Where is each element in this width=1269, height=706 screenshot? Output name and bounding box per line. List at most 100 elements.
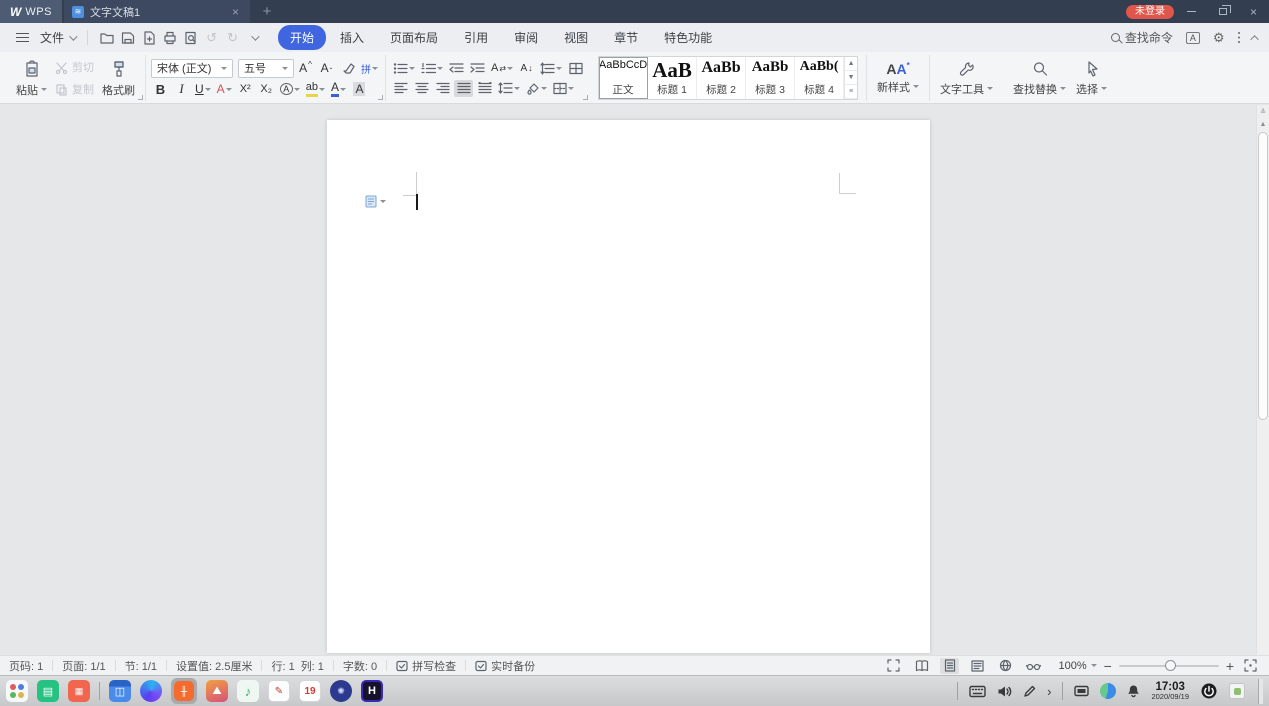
align-center-button[interactable]: [412, 80, 431, 97]
subscript-button[interactable]: X₂: [257, 81, 276, 98]
tab-page-layout[interactable]: 页面布局: [378, 25, 450, 50]
text-effects-button[interactable]: A: [215, 81, 234, 98]
gear-icon[interactable]: ⚙: [1213, 31, 1225, 44]
bold-button[interactable]: B: [151, 81, 170, 98]
shading-button[interactable]: [524, 80, 549, 97]
save-button[interactable]: [117, 27, 138, 48]
increase-indent-button[interactable]: [468, 60, 487, 77]
close-button[interactable]: ×: [1240, 0, 1267, 23]
style-heading3[interactable]: AaBb 标题 3: [746, 57, 796, 99]
document-tab[interactable]: ≋ 文字文稿1 ×: [64, 0, 250, 23]
cut-button[interactable]: 剪切: [52, 58, 97, 76]
scroll-up-icon[interactable]: ▲: [1257, 118, 1269, 131]
eye-protect-button[interactable]: [1024, 658, 1043, 674]
zoom-in-button[interactable]: +: [1226, 659, 1234, 673]
decrease-font-button[interactable]: Aˇ: [317, 60, 336, 77]
browser-icon[interactable]: [140, 680, 162, 702]
new-style-button[interactable]: AA* 新样式: [872, 60, 924, 97]
circle-character-button[interactable]: A: [278, 81, 302, 98]
fullscreen-view-button[interactable]: [884, 658, 903, 674]
borders-button[interactable]: [551, 80, 576, 97]
keyboard-icon[interactable]: [969, 685, 986, 698]
clear-format-button[interactable]: [338, 60, 357, 77]
tab-view[interactable]: 视图: [552, 25, 600, 50]
align-right-button[interactable]: [433, 80, 452, 97]
paragraph-spacing-button[interactable]: [538, 60, 564, 77]
styles-scroll-down-icon[interactable]: ▼: [845, 71, 858, 85]
zoom-level[interactable]: 100%: [1058, 660, 1097, 672]
underline-button[interactable]: U: [193, 81, 213, 98]
safe-box-icon[interactable]: ◫: [109, 680, 131, 702]
fit-page-button[interactable]: [1241, 658, 1260, 674]
numbering-button[interactable]: [419, 60, 445, 77]
justify-button[interactable]: [454, 79, 473, 97]
backup-toggle[interactable]: 实时备份: [475, 658, 535, 674]
align-left-button[interactable]: [391, 80, 410, 97]
font-size-combo[interactable]: 五号: [238, 58, 294, 78]
show-desktop-button[interactable]: [1258, 678, 1263, 704]
increase-font-button[interactable]: A ^: [296, 60, 315, 77]
minimize-button[interactable]: [1178, 0, 1205, 23]
calendar-icon[interactable]: 19: [299, 680, 321, 702]
app-store-icon[interactable]: ▦: [68, 680, 90, 702]
recycle-bin-icon[interactable]: [1229, 683, 1245, 699]
music-icon[interactable]: ♪: [237, 680, 259, 702]
style-heading4[interactable]: AaBb( 标题 4: [795, 57, 845, 99]
tab-special-features[interactable]: 特色功能: [652, 25, 724, 50]
wps-active-app-icon[interactable]: ╫: [174, 681, 194, 701]
decrease-indent-button[interactable]: [447, 60, 466, 77]
sort-button[interactable]: A ↓: [517, 60, 536, 77]
page-view-button[interactable]: [940, 657, 960, 674]
launcher-icon[interactable]: [6, 680, 28, 702]
format-painter-button[interactable]: 格式刷: [97, 57, 140, 100]
distribute-button[interactable]: [475, 80, 494, 97]
dialog-launcher-icon[interactable]: [138, 95, 143, 100]
active-app-highlight[interactable]: ╫: [171, 678, 197, 704]
new-tab-button[interactable]: +: [250, 3, 284, 20]
undo-button[interactable]: ↺: [201, 27, 222, 48]
vertical-scrollbar[interactable]: ≜ ▲: [1256, 105, 1269, 655]
styles-scroll-up-icon[interactable]: ▲: [845, 57, 858, 71]
italic-button[interactable]: I: [172, 81, 191, 98]
dialog-launcher-icon[interactable]: [583, 95, 589, 100]
tab-close-icon[interactable]: ×: [229, 5, 242, 19]
font-name-combo[interactable]: 宋体 (正文): [151, 58, 233, 78]
tab-insert[interactable]: 插入: [328, 25, 376, 50]
notification-bell-icon[interactable]: [1127, 684, 1140, 698]
screenshot-icon[interactable]: [1074, 685, 1090, 697]
scrollbar-thumb[interactable]: [1258, 132, 1268, 420]
bullets-button[interactable]: [391, 60, 417, 77]
reading-layout-icon[interactable]: A: [1185, 31, 1200, 44]
line-spacing-button[interactable]: [496, 80, 522, 97]
paragraph-layout-button[interactable]: [365, 195, 386, 208]
control-center-icon[interactable]: ✺: [330, 680, 352, 702]
zoom-slider-thumb[interactable]: [1164, 659, 1176, 671]
app-h-icon[interactable]: H: [361, 680, 383, 702]
text-editor-icon[interactable]: ✎: [268, 680, 290, 702]
character-scale-button[interactable]: A ⇄: [489, 60, 515, 77]
find-replace-button[interactable]: 查找替换: [1008, 58, 1071, 99]
tab-section[interactable]: 章节: [602, 25, 650, 50]
zoom-slider[interactable]: [1118, 659, 1219, 671]
export-pdf-button[interactable]: [138, 27, 159, 48]
style-heading2[interactable]: AaBb 标题 2: [697, 57, 747, 99]
pinyin-guide-button[interactable]: 拼: [359, 60, 380, 77]
power-icon[interactable]: [1200, 682, 1218, 700]
highlight-color-button[interactable]: ab: [304, 81, 327, 98]
find-command-box[interactable]: 查找命令: [1110, 29, 1173, 46]
styles-more-icon[interactable]: ≡: [845, 85, 858, 99]
status-word-count[interactable]: 字数: 0: [343, 658, 377, 674]
network-icon[interactable]: [1100, 683, 1117, 699]
collapse-ribbon-icon[interactable]: [1250, 34, 1259, 44]
outline-view-button[interactable]: [968, 658, 987, 674]
tab-home[interactable]: 开始: [278, 25, 327, 50]
file-manager-icon[interactable]: ▤: [37, 680, 59, 702]
gallery-icon[interactable]: ⛰: [206, 680, 228, 702]
text-tool-button[interactable]: 文字工具: [935, 58, 998, 99]
web-view-button[interactable]: [996, 658, 1015, 674]
tab-review[interactable]: 审阅: [502, 25, 550, 50]
print-button[interactable]: [159, 27, 180, 48]
font-color-button[interactable]: A: [329, 80, 348, 98]
select-button[interactable]: 选择: [1071, 58, 1112, 99]
print-preview-button[interactable]: [180, 27, 201, 48]
